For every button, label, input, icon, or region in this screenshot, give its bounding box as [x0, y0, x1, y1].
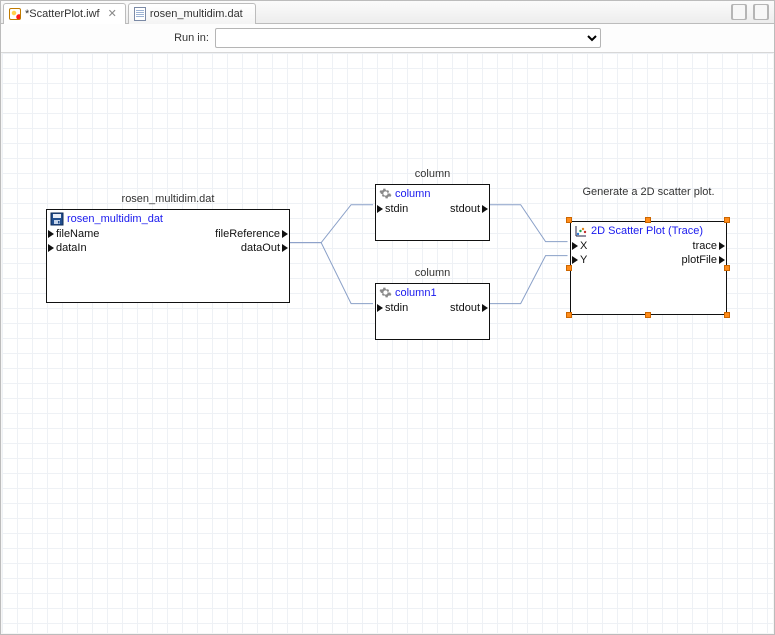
port-in-x[interactable]: X	[571, 240, 587, 252]
node-title: column	[376, 185, 489, 200]
tab-label: *ScatterPlot.iwf	[21, 8, 104, 20]
tab-rosen-dat[interactable]: rosen_multidim.dat	[128, 3, 256, 24]
node-column1[interactable]: column1 stdin stdout	[375, 283, 490, 340]
connection-layer	[2, 53, 773, 633]
port-out-dataOut[interactable]: dataOut	[241, 242, 289, 254]
selection-handle-e[interactable]	[724, 265, 730, 271]
selection-handle-se[interactable]	[724, 312, 730, 318]
port-in-stdin[interactable]: stdin	[376, 203, 408, 215]
node-title: rosen_multidim_dat	[47, 210, 289, 226]
editor-window: *ScatterPlot.iwf ✕ rosen_multidim.dat Ru…	[0, 0, 775, 635]
node-caption-column: column	[375, 168, 490, 180]
port-in-fileName[interactable]: fileName	[47, 228, 99, 240]
node-title-text: rosen_multidim_dat	[67, 213, 163, 225]
port-out-stdout[interactable]: stdout	[450, 302, 489, 314]
maximize-icon[interactable]	[753, 4, 769, 20]
run-bar: Run in:	[1, 24, 774, 53]
selection-handle-nw[interactable]	[566, 217, 572, 223]
wire-column1-to-y	[488, 256, 568, 304]
scatter-plot-icon	[574, 224, 588, 238]
run-in-select[interactable]	[215, 28, 601, 48]
wire-file-to-column1	[289, 243, 373, 304]
port-out-plotFile[interactable]: plotFile	[682, 254, 726, 266]
wire-column-to-x	[488, 205, 568, 242]
tab-scatterplot-iwf[interactable]: *ScatterPlot.iwf ✕	[3, 3, 126, 24]
selection-handle-ne[interactable]	[724, 217, 730, 223]
port-out-stdout[interactable]: stdout	[450, 203, 489, 215]
gear-icon	[379, 187, 392, 200]
workflow-canvas[interactable]: rosen_multidim.dat rosen_multidim_dat fi…	[2, 53, 773, 633]
wire-file-to-column	[289, 205, 373, 243]
port-out-trace[interactable]: trace	[693, 240, 726, 252]
close-icon[interactable]: ✕	[108, 9, 117, 20]
node-caption-scatter: Generate a 2D scatter plot.	[570, 186, 727, 198]
node-scatter[interactable]: 2D Scatter Plot (Trace) X Y trace plotFi…	[570, 221, 727, 315]
node-title-text: column	[395, 188, 430, 200]
run-in-label: Run in:	[174, 32, 209, 44]
port-in-stdin[interactable]: stdin	[376, 302, 408, 314]
port-in-y[interactable]: Y	[571, 254, 587, 266]
node-caption-file: rosen_multidim.dat	[46, 193, 290, 205]
selection-handle-n[interactable]	[645, 217, 651, 223]
selection-handle-s[interactable]	[645, 312, 651, 318]
tab-bar: *ScatterPlot.iwf ✕ rosen_multidim.dat	[1, 1, 774, 24]
node-column[interactable]: column stdin stdout	[375, 184, 490, 241]
tab-label: rosen_multidim.dat	[146, 8, 247, 20]
file-icon	[134, 7, 146, 21]
node-title-text: 2D Scatter Plot (Trace)	[591, 225, 703, 237]
floppy-icon	[50, 212, 64, 226]
node-title-text: column1	[395, 287, 437, 299]
node-file[interactable]: rosen_multidim_dat fileName dataIn fileR…	[46, 209, 290, 303]
node-title: 2D Scatter Plot (Trace)	[571, 222, 726, 238]
minimize-icon[interactable]	[731, 4, 747, 20]
selection-handle-sw[interactable]	[566, 312, 572, 318]
node-title: column1	[376, 284, 489, 299]
workflow-icon	[9, 8, 21, 20]
port-in-dataIn[interactable]: dataIn	[47, 242, 87, 254]
gear-icon	[379, 286, 392, 299]
node-caption-column1: column	[375, 267, 490, 279]
port-out-fileReference[interactable]: fileReference	[215, 228, 289, 240]
view-controls	[731, 4, 769, 20]
selection-handle-w[interactable]	[566, 265, 572, 271]
